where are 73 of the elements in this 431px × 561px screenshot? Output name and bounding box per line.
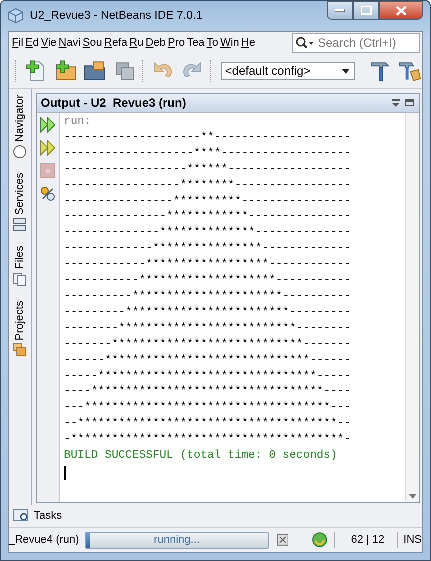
- output-line: ---------------************---------------: [64, 210, 352, 226]
- new-folder-icon[interactable]: [54, 59, 78, 83]
- cube-icon: [8, 8, 24, 24]
- output-line: -------------------****-------------------: [64, 146, 352, 162]
- output-line: ----------------**********----------------: [64, 194, 352, 210]
- double-arrow-icon: [40, 117, 56, 133]
- cancel-icon[interactable]: [276, 534, 288, 546]
- menu-item[interactable]: Win: [219, 37, 240, 49]
- output-line: ---************************************---: [64, 401, 352, 416]
- menu-item[interactable]: Ru: [128, 37, 145, 49]
- search-icon: [295, 36, 315, 50]
- output-line: ----**********************************----: [64, 385, 352, 400]
- menu-item[interactable]: To: [206, 37, 220, 49]
- output-line: ------------------******------------------: [64, 162, 352, 178]
- output-line: run:: [64, 115, 92, 130]
- output-line: ------******************************------: [64, 354, 352, 369]
- side-tab[interactable]: Navigator: [9, 93, 31, 162]
- output-line: -----------------********-----------------: [64, 178, 352, 194]
- minimize-button[interactable]: [327, 1, 353, 20]
- menu-item[interactable]: Navi: [58, 37, 82, 49]
- minimize-icon[interactable]: [405, 98, 415, 108]
- output-line: -------------****************-------------: [64, 242, 352, 258]
- search-field[interactable]: Search (Ctrl+I): [292, 33, 420, 53]
- insert-mode: INS: [404, 534, 422, 546]
- scroll-down-icon[interactable]: [408, 494, 416, 499]
- menu-item[interactable]: Tea: [186, 37, 206, 49]
- menu-item[interactable]: Deb: [144, 37, 167, 49]
- output-line: -----********************************-----: [64, 370, 352, 384]
- close-icon: [396, 6, 406, 16]
- tasks-icon: [13, 509, 31, 523]
- output-line: -------****************************-------: [64, 338, 352, 353]
- stop-icon: [40, 163, 56, 179]
- folder-icon[interactable]: [83, 59, 107, 83]
- output-line: ------------******************------------: [64, 258, 352, 274]
- menu-item[interactable]: Ed: [24, 37, 40, 49]
- side-tab[interactable]: Files: [9, 244, 31, 288]
- minimize-icon: [335, 8, 345, 12]
- rerun-button[interactable]: [39, 116, 57, 134]
- close-button[interactable]: [379, 1, 423, 20]
- maximize-icon: [360, 6, 372, 15]
- progress-text: running...: [153, 533, 201, 548]
- menu-item[interactable]: He: [240, 37, 256, 49]
- output-line: ---------************************---------: [64, 306, 352, 321]
- window-title: U2_Revue3 - NetBeans IDE 7.0.1: [30, 10, 203, 22]
- files-icon: [13, 272, 27, 286]
- menu-item[interactable]: Pro: [166, 37, 186, 49]
- panel-title: Output - U2_Revue3 (run): [41, 96, 186, 110]
- task-label: _Revue4 (run): [9, 534, 80, 546]
- output-line: BUILD SUCCESSFUL (total time: 0 seconds): [64, 449, 338, 464]
- rerun-options-button[interactable]: [39, 139, 57, 157]
- tasks-tab[interactable]: Tasks: [13, 509, 62, 523]
- output-line: --------------**************--------------: [64, 226, 352, 242]
- caret-position: 62 | 12: [351, 534, 385, 546]
- folders-icon: [13, 343, 27, 358]
- dropdown-icon[interactable]: [391, 98, 401, 108]
- menu-item[interactable]: Fil: [11, 37, 25, 49]
- menu-item[interactable]: Vie: [40, 37, 58, 49]
- output-line: ----------**********************----------: [64, 290, 352, 305]
- double-arrow-icon: [40, 140, 56, 156]
- text-cursor: [64, 466, 66, 480]
- server-icon: [13, 218, 27, 232]
- output-line: --------**************************--------: [64, 322, 352, 337]
- output-line: -----------********************-----------: [64, 274, 352, 290]
- config-dropdown[interactable]: <default config>: [221, 62, 355, 80]
- side-tab[interactable]: Projects: [9, 298, 31, 360]
- side-tab[interactable]: Services: [9, 171, 31, 234]
- menu-item[interactable]: Refa: [103, 37, 129, 49]
- menu-item[interactable]: Sou: [82, 37, 104, 49]
- update-icon[interactable]: [312, 532, 328, 548]
- maximize-button[interactable]: [353, 1, 379, 20]
- output-line: -****************************************-: [64, 433, 352, 448]
- output-line: --------------------**--------------------: [64, 130, 352, 146]
- output-line: --**************************************--: [64, 417, 352, 432]
